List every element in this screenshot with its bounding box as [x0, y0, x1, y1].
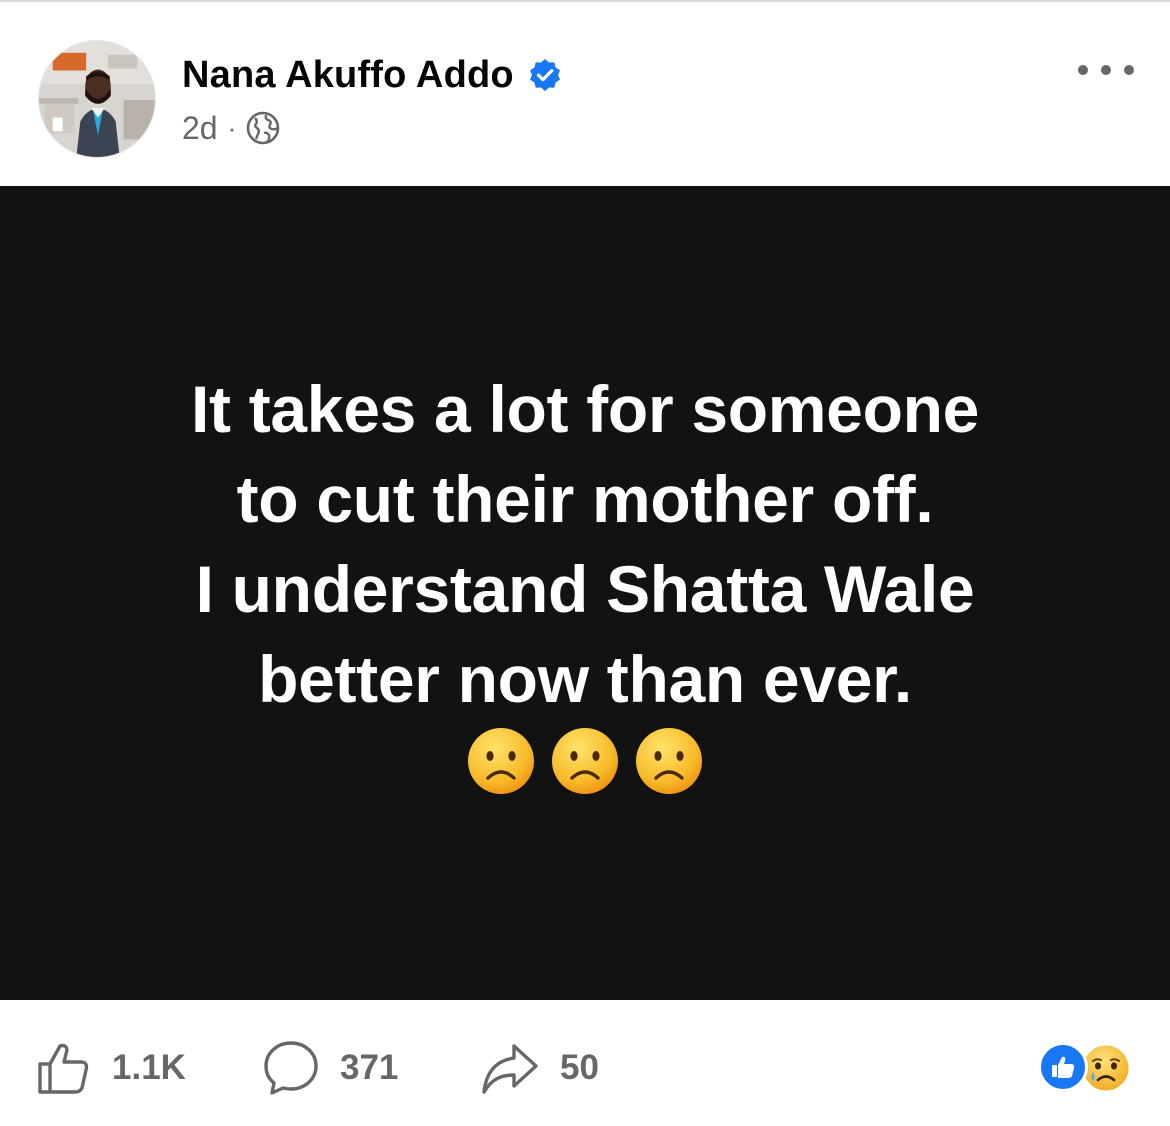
more-horizontal-icon	[1078, 65, 1088, 75]
profile-photo	[39, 41, 155, 157]
emoji-row	[0, 726, 1170, 796]
thumbs-up-outline-icon	[38, 1043, 89, 1094]
share-count: 50	[560, 1048, 599, 1087]
comment-count: 371	[340, 1048, 399, 1087]
verified-badge-icon	[529, 59, 560, 91]
author-avatar[interactable]	[38, 40, 156, 158]
post-header: Nana Akuffo Addo 2d ·	[0, 2, 1170, 186]
like-reaction-icon	[1038, 1042, 1088, 1092]
post-text: It takes a lot for someone to cut their …	[0, 364, 1170, 724]
frowning-face-emoji-icon	[468, 728, 534, 794]
like-button[interactable]: 1.1K	[36, 1038, 186, 1098]
comment-bubble-icon	[264, 1041, 318, 1095]
frowning-face-emoji-icon	[636, 728, 702, 794]
frowning-face-emoji-icon	[552, 728, 618, 794]
post-text-line: to cut their mother off.	[236, 462, 934, 536]
author-name[interactable]: Nana Akuffo Addo	[182, 54, 514, 97]
more-options-button[interactable]	[1078, 54, 1134, 86]
post-text-line: It takes a lot for someone	[190, 372, 980, 446]
share-arrow-icon	[482, 1044, 538, 1094]
post-timestamp[interactable]: 2d	[182, 110, 218, 147]
post-actions-bar: 1.1K 371 50	[0, 1000, 1170, 1126]
share-button[interactable]: 50	[480, 1038, 599, 1098]
reaction-summary[interactable]	[1038, 1042, 1138, 1096]
post-text-line: I understand Shatta Wale	[195, 552, 975, 626]
post-content-card[interactable]: It takes a lot for someone to cut their …	[0, 186, 1170, 1000]
post-text-line: better now than ever.	[258, 642, 912, 716]
like-count: 1.1K	[112, 1048, 186, 1087]
meta-separator: ·	[227, 112, 237, 143]
globe-icon	[246, 111, 280, 145]
comment-button[interactable]: 371	[262, 1038, 398, 1098]
